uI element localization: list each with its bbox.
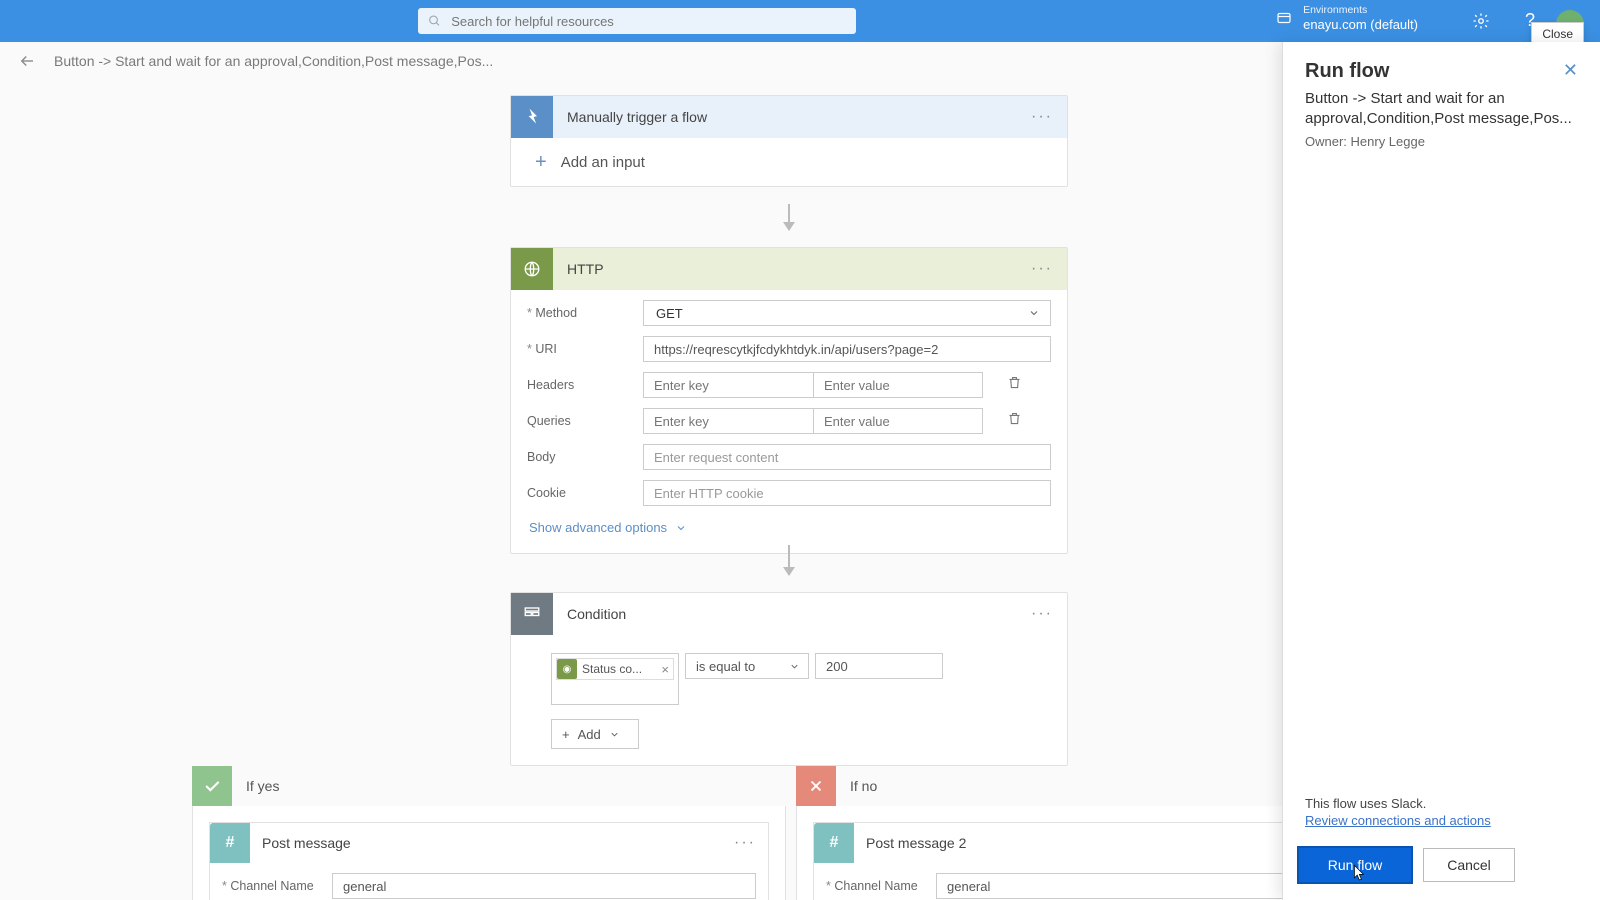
operator-value: is equal to (696, 659, 755, 674)
chevron-down-icon (789, 661, 800, 672)
check-icon (192, 766, 232, 806)
slack-icon: # (814, 823, 854, 863)
settings-icon[interactable] (1472, 12, 1490, 30)
channel-value: general (343, 879, 386, 894)
post-message-2-card: # Post message 2 ··· Channel Name genera… (813, 822, 1282, 900)
post-message-menu[interactable]: ··· (722, 834, 768, 852)
post-message-title: Post message (250, 835, 722, 851)
add-input-label: Add an input (561, 154, 645, 171)
connector-arrow (788, 545, 790, 575)
run-flow-panel: Run flow ✕ Button -> Start and wait for … (1282, 42, 1600, 900)
query-value-input[interactable] (813, 408, 983, 434)
trigger-card: Manually trigger a flow ··· + Add an inp… (510, 95, 1068, 187)
if-yes-branch: If yes # Post message ··· Channel Name g… (192, 766, 786, 900)
condition-title: Condition (553, 606, 1017, 622)
header-delete-icon[interactable] (1007, 375, 1022, 395)
panel-flow-name: Button -> Start and wait for an approval… (1283, 89, 1600, 130)
token-label: Status co... (582, 662, 657, 676)
condition-icon (511, 593, 553, 635)
trigger-title: Manually trigger a flow (553, 109, 1017, 125)
add-condition-button[interactable]: + Add (551, 719, 639, 749)
breadcrumb-text: Button -> Start and wait for an approval… (54, 53, 493, 69)
label-channel: Channel Name (222, 879, 332, 893)
global-search[interactable] (418, 8, 856, 34)
method-select[interactable]: GET (643, 300, 1051, 326)
if-no-branch: If no # Post message 2 ··· Channel Name … (796, 766, 1282, 900)
post-message-card: # Post message ··· Channel Name general (209, 822, 769, 900)
channel-select-2[interactable]: general (936, 873, 1282, 899)
http-token-icon: ◉ (557, 659, 577, 679)
show-advanced-toggle[interactable]: Show advanced options (527, 516, 1051, 539)
run-flow-button[interactable]: Run flow (1299, 848, 1411, 882)
panel-title: Run flow (1305, 60, 1389, 83)
environment-icon (1275, 9, 1293, 27)
label-headers: Headers (527, 378, 643, 392)
search-icon (428, 14, 441, 28)
uri-input[interactable] (643, 336, 1051, 362)
panel-close-icon[interactable]: ✕ (1563, 60, 1578, 81)
plus-icon: + (562, 727, 570, 742)
label-queries: Queries (527, 414, 643, 428)
review-connections-link[interactable]: Review connections and actions (1305, 813, 1578, 828)
panel-owner: Owner: Henry Legge (1283, 130, 1600, 149)
token-remove-icon[interactable]: × (657, 662, 673, 677)
http-menu[interactable]: ··· (1017, 260, 1067, 278)
plus-icon: + (535, 151, 547, 174)
label-uri: URI (527, 342, 643, 356)
channel-select[interactable]: general (332, 873, 756, 899)
top-bar: Environments enayu.com (default) ? Close (0, 0, 1600, 42)
header-value-input[interactable] (813, 372, 983, 398)
if-yes-label: If yes (232, 778, 279, 794)
connector-arrow (788, 204, 790, 230)
label-body: Body (527, 450, 643, 464)
breadcrumb: Button -> Start and wait for an approval… (18, 52, 493, 70)
slack-icon: # (210, 823, 250, 863)
query-delete-icon[interactable] (1007, 411, 1022, 431)
x-icon (796, 766, 836, 806)
condition-value-input[interactable] (815, 653, 943, 679)
trigger-icon (511, 96, 553, 138)
condition-left-operand[interactable]: ◉ Status co... × (551, 653, 679, 705)
label-cookie: Cookie (527, 486, 643, 500)
http-card: HTTP ··· Method GET URI Headers (510, 247, 1068, 554)
label-channel: Channel Name (826, 879, 936, 893)
chevron-down-icon (1028, 307, 1040, 319)
chevron-down-icon (675, 522, 687, 534)
post-message-2-title: Post message 2 (854, 835, 1282, 851)
condition-menu[interactable]: ··· (1017, 605, 1067, 623)
if-no-label: If no (836, 778, 877, 794)
environment-name: enayu.com (default) (1303, 17, 1418, 32)
http-icon (511, 248, 553, 290)
add-label: Add (578, 727, 601, 742)
channel-value-2: general (947, 879, 990, 894)
operator-select[interactable]: is equal to (685, 653, 809, 679)
add-input-button[interactable]: + Add an input (511, 138, 1067, 186)
search-input[interactable] (451, 14, 846, 29)
http-title: HTTP (553, 261, 1017, 277)
header-key-input[interactable] (643, 372, 813, 398)
query-key-input[interactable] (643, 408, 813, 434)
environment-picker[interactable]: Environments enayu.com (default) (1275, 4, 1418, 32)
trigger-menu[interactable]: ··· (1017, 108, 1067, 126)
cancel-button[interactable]: Cancel (1423, 848, 1515, 882)
environment-label: Environments (1303, 4, 1418, 17)
show-advanced-label: Show advanced options (529, 520, 667, 535)
cookie-input[interactable] (643, 480, 1051, 506)
condition-card: Condition ··· ◉ Status co... × is equal … (510, 592, 1068, 766)
panel-uses-text: This flow uses Slack. (1305, 796, 1426, 811)
body-input[interactable] (643, 444, 1051, 470)
label-method: Method (527, 306, 643, 320)
flow-canvas: Manually trigger a flow ··· + Add an inp… (0, 80, 1282, 900)
chevron-down-icon (609, 729, 620, 740)
method-value: GET (656, 306, 683, 321)
back-icon[interactable] (18, 52, 36, 70)
